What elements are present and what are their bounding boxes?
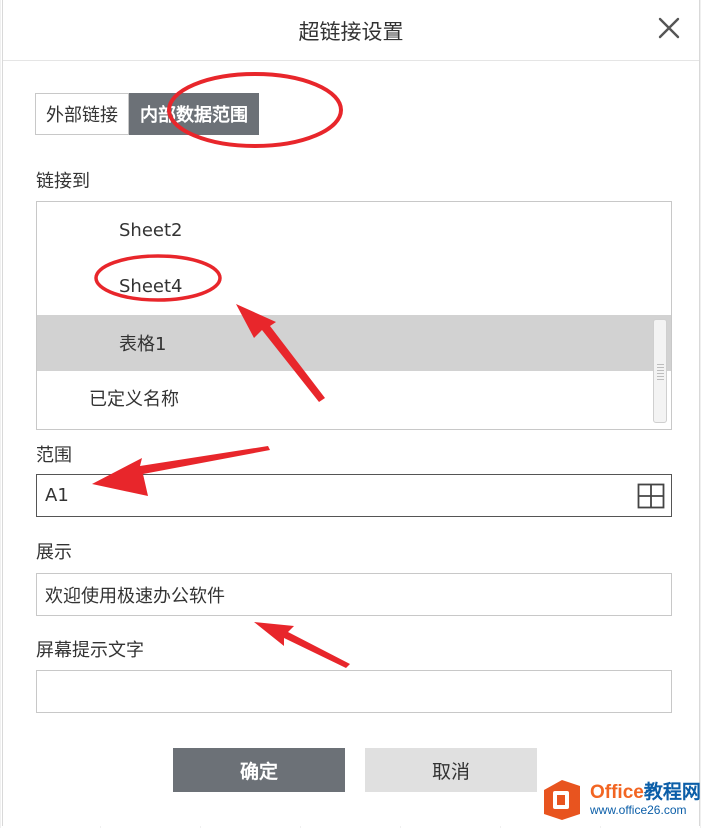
display-text-value: 欢迎使用极速办公软件	[45, 585, 225, 607]
office-logo-icon	[544, 780, 580, 820]
ok-button[interactable]: 确定	[173, 748, 345, 792]
list-item-sheet4[interactable]: Sheet4	[37, 258, 671, 314]
tab-external-link[interactable]: 外部链接	[35, 93, 129, 135]
list-item-defined-names[interactable]: 已定义名称	[37, 370, 671, 426]
dialog-titlebar: 超链接设置	[3, 0, 699, 61]
cancel-button[interactable]: 取消	[365, 748, 537, 792]
range-label: 范围	[36, 445, 72, 466]
list-scrollbar[interactable]	[653, 319, 667, 423]
link-to-label: 链接到	[36, 171, 90, 192]
range-value: A1	[45, 485, 69, 506]
watermark-title-main: Office	[590, 782, 644, 803]
watermark-url: www.office26.com	[590, 803, 687, 817]
watermark-title-rest: 教程网	[643, 782, 701, 803]
link-type-tabs: 外部链接 内部数据范围	[35, 93, 259, 135]
display-text-input[interactable]: 欢迎使用极速办公软件	[36, 573, 672, 616]
close-icon	[658, 17, 680, 39]
hyperlink-dialog: 超链接设置 外部链接 内部数据范围 链接到 Sheet2 Sheet4 表格1 …	[2, 0, 700, 826]
link-target-list[interactable]: Sheet2 Sheet4 表格1 已定义名称	[36, 201, 672, 430]
close-button[interactable]	[651, 10, 687, 46]
list-item-table1[interactable]: 表格1	[37, 315, 671, 371]
watermark-title: Office教程网	[590, 783, 701, 803]
range-select-icon[interactable]	[637, 483, 665, 509]
list-item-sheet2[interactable]: Sheet2	[37, 202, 671, 258]
tooltip-label: 屏幕提示文字	[36, 640, 144, 661]
site-watermark: Office教程网 www.office26.com	[540, 775, 704, 825]
tooltip-text-input[interactable]	[36, 670, 672, 713]
watermark-text: Office教程网 www.office26.com	[590, 783, 701, 818]
tab-internal-range[interactable]: 内部数据范围	[129, 93, 259, 135]
dialog-title: 超链接设置	[298, 20, 404, 44]
range-input[interactable]: A1	[36, 474, 672, 517]
scrollbar-grip-icon	[657, 364, 664, 382]
display-label: 展示	[36, 542, 72, 563]
